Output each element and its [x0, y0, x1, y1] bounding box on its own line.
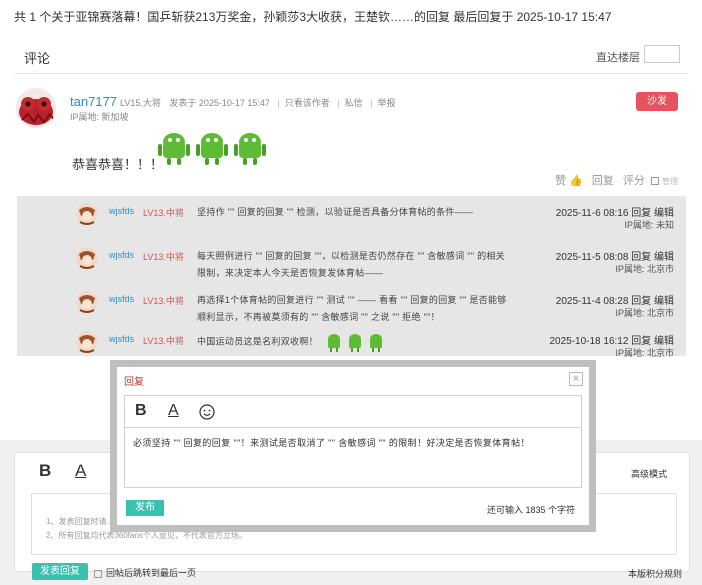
thread-reply-summary: 共 1 个关于亚锦赛落幕！国乒斩获213万奖金，孙颖莎3大收获，王楚钦……的回复… — [0, 0, 702, 32]
reply-dialog-body: 回复 × B A 必须坚持 "" 回复的回复 ""！来测试是否取消了 "" 含敏… — [117, 367, 589, 525]
reply-list: wjsfds LV13.中将 坚持作 "" 回复的回复 "" 检测，以验证是否具… — [17, 196, 686, 358]
reply-text: 再选择1个体育帖的回复进行 "" 测试 "" —— 看看 "" 回复的回复 ""… — [197, 295, 507, 322]
post-reply-button[interactable]: 发表回复 — [32, 563, 88, 580]
floor-badge: 沙发 — [636, 92, 678, 111]
font-color-icon[interactable]: A — [75, 461, 86, 481]
thumbs-up-icon: 👍 — [569, 175, 583, 187]
reply-text: 坚持作 "" 回复的回复 "" 检测，以验证是否具备分体育帖的条件—— — [197, 207, 474, 217]
author-level: LV15.大将 — [120, 98, 161, 108]
bold-icon[interactable]: B — [39, 461, 51, 481]
post-meta: LV15.大将 发表于 2025-10-17 15:47 | 只看该作者 | 私信 … — [120, 98, 396, 108]
manage-checkbox[interactable] — [650, 177, 659, 186]
list-item: wjsfds LV13.中将 再选择1个体育帖的回复进行 "" 测试 "" ——… — [17, 286, 686, 326]
reply-date: 2025-11-6 08:16 回复 编辑 — [555, 208, 674, 219]
comments-title: 评论 — [24, 51, 51, 66]
reply-text: 每天照例进行 "" 回复的回复 ""，以检测是否仍然存在 "" 含敏感词 "" … — [197, 251, 505, 278]
close-icon[interactable]: × — [569, 372, 583, 386]
bold-icon[interactable]: B — [135, 402, 147, 420]
dialog-editor: B A 必须坚持 "" 回复的回复 ""！来测试是否取消了 "" 含敏感词 ""… — [124, 395, 582, 488]
post-author-link[interactable]: tan7177 — [70, 94, 117, 109]
jump-last-page-option[interactable]: 回帖后跳转到最后一页 — [94, 566, 196, 579]
android-sticker-group — [156, 128, 268, 166]
jump-last-checkbox — [94, 569, 102, 578]
post-ip-location: IP属地: 新加坡 — [70, 112, 129, 122]
manage-label: 管理 — [662, 177, 678, 186]
comments-header: 评论 直达楼层 — [14, 38, 688, 74]
post-actions: 赞 👍 回复 评分 管理 — [549, 172, 678, 188]
reply-level: LV13.中将 — [143, 252, 184, 262]
reply-ip: IP属地: 北京市 — [615, 308, 674, 318]
reply-text: 中国运动员这是名利双收啊！ — [197, 332, 387, 352]
editor-hint-1: 1、发表回复时请… — [46, 517, 115, 526]
reply-ip: IP属地: 未知 — [624, 220, 674, 230]
jump-to-floor-label: 直达楼层 — [596, 52, 640, 64]
char-remaining: 还可输入 1835 个字符 — [486, 505, 575, 515]
reply-level: LV13.中将 — [143, 208, 184, 218]
reply-avatar — [76, 203, 98, 225]
reply-level: LV13.中将 — [143, 336, 184, 346]
android-sticker-icon — [327, 334, 382, 352]
reply-avatar — [76, 291, 98, 313]
dialog-reply-input[interactable]: 必须坚持 "" 回复的回复 ""！来测试是否取消了 "" 含敏感词 "" 的限制… — [133, 436, 581, 450]
reply-date: 2025-10-18 16:12 回复 编辑 — [549, 336, 674, 347]
rate-button[interactable]: 评分 — [623, 175, 645, 187]
list-item: wjsfds LV13.中将 每天照例进行 "" 回复的回复 ""，以检测是否仍… — [17, 242, 686, 282]
reply-user[interactable]: wjsfds — [109, 294, 134, 304]
post-content: 恭喜恭喜！！！ — [72, 157, 164, 172]
like-button[interactable]: 赞 👍 — [555, 175, 583, 187]
reply-date: 2025-11-4 08:28 回复 编辑 — [555, 296, 674, 307]
jump-to-floor-input[interactable] — [644, 45, 680, 63]
post-time: 发表于 2025-10-17 15:47 — [169, 98, 270, 108]
font-color-icon[interactable]: A — [168, 402, 179, 420]
credit-rules-link[interactable]: 本版积分规则 — [628, 567, 682, 580]
avatar[interactable] — [16, 88, 56, 128]
only-author-link[interactable]: 只看该作者 — [285, 98, 330, 108]
advanced-mode-link[interactable]: 高级模式 — [631, 467, 667, 480]
reply-button[interactable]: 回复 — [592, 175, 614, 187]
reply-ip: IP属地: 北京市 — [615, 264, 674, 274]
dialog-toolbar: B A — [125, 396, 581, 428]
publish-button[interactable]: 发布 — [126, 500, 164, 516]
reply-ip: IP属地: 北京市 — [615, 348, 674, 358]
reply-date: 2025-11-5 08:08 回复 编辑 — [555, 252, 674, 263]
reply-dialog: 回复 × B A 必须坚持 "" 回复的回复 ""！来测试是否取消了 "" 含敏… — [110, 360, 596, 532]
reply-avatar — [76, 247, 98, 269]
reply-user[interactable]: wjsfds — [109, 250, 134, 260]
emoji-icon[interactable] — [199, 404, 215, 420]
list-item: wjsfds LV13.中将 坚持作 "" 回复的回复 "" 检测，以验证是否具… — [17, 198, 686, 238]
reply-user[interactable]: wjsfds — [109, 334, 134, 344]
reply-level: LV13.中将 — [143, 296, 184, 306]
private-message-link[interactable]: 私信 — [345, 98, 363, 108]
dialog-title: 回复 — [124, 377, 144, 388]
reply-user[interactable]: wjsfds — [109, 206, 134, 216]
report-link[interactable]: 举报 — [378, 98, 396, 108]
reply-avatar — [76, 331, 98, 353]
